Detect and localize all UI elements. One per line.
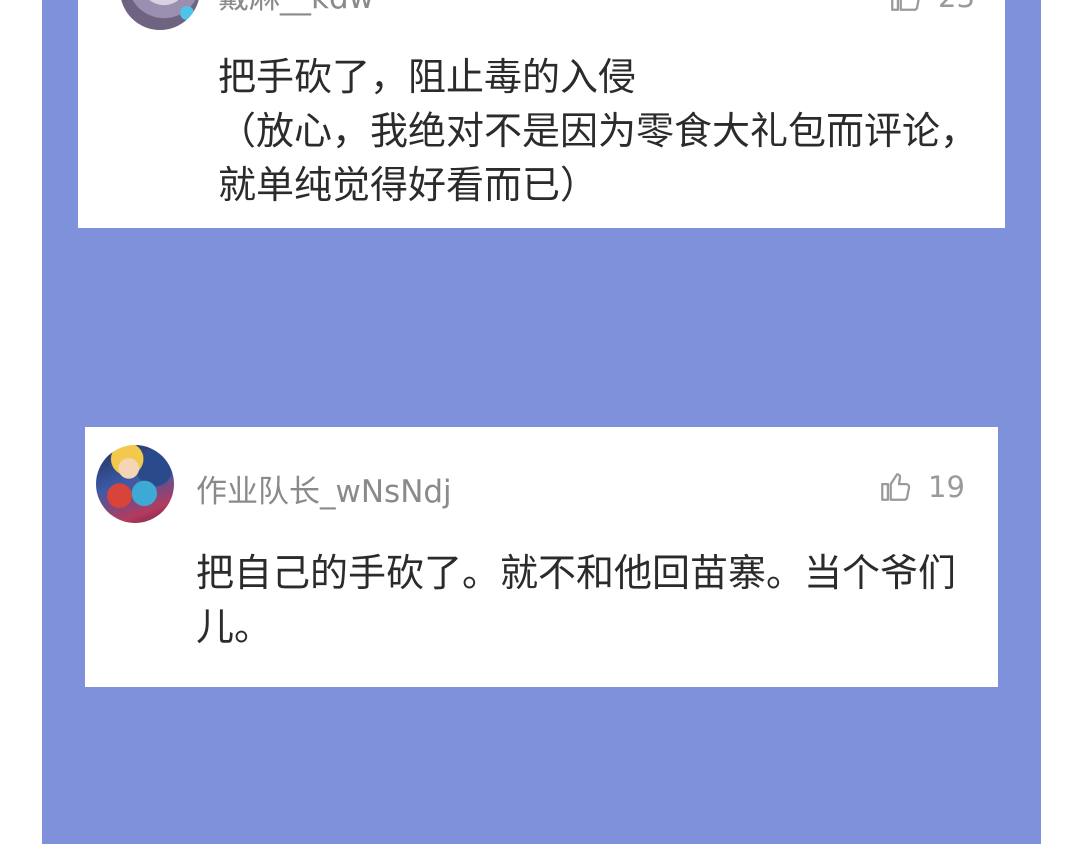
like-button[interactable]: 19 [878, 470, 965, 504]
comment-text: 把自己的手砍了。就不和他回苗寨。当个爷们儿。 [196, 551, 957, 649]
thumbs-up-icon [891, 0, 920, 11]
comment-text: 把手砍了，阻止毒的入侵 （放心，我绝对不是因为零食大礼包而评论，就单纯觉得好看而… [218, 55, 979, 207]
like-count: 19 [928, 470, 965, 504]
thumbs-up-icon [881, 473, 911, 501]
comment-username[interactable]: 戴麻__kdw [218, 0, 374, 18]
page: 戴麻__kdw 23 把手砍了，阻止毒的入侵 （放心，我绝对不是因为零食大礼包而… [0, 0, 1080, 844]
like-count: 23 [938, 0, 975, 14]
verified-badge-icon [180, 6, 194, 20]
like-button[interactable]: 23 [888, 0, 975, 14]
avatar[interactable] [96, 445, 174, 523]
comment-username[interactable]: 作业队长_wNsNdj [196, 472, 452, 512]
